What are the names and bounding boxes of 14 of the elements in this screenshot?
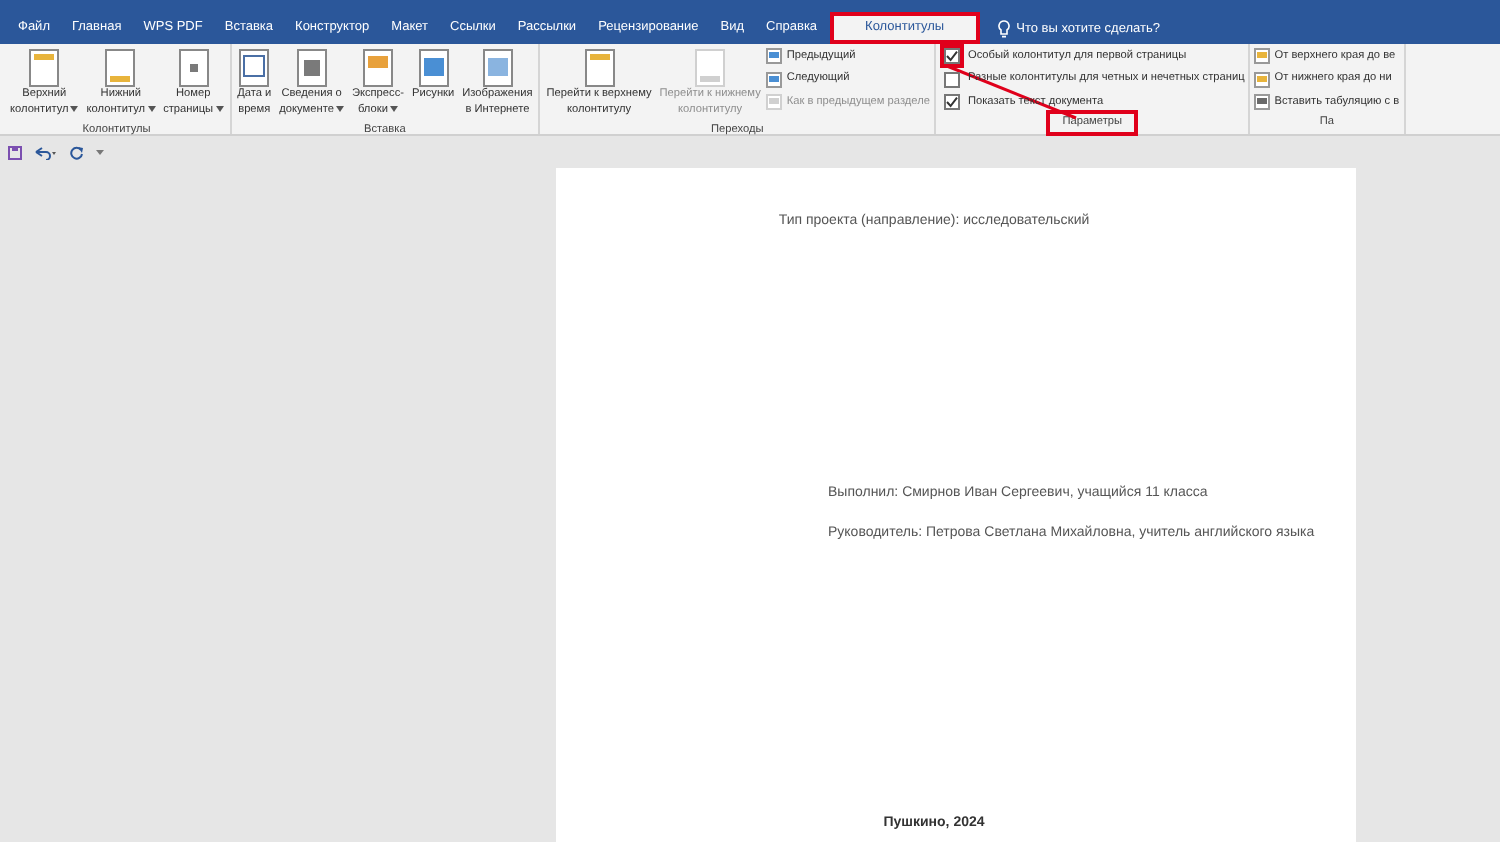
undo-icon[interactable] xyxy=(34,145,58,159)
lightbulb-icon xyxy=(998,20,1011,38)
redo-icon[interactable] xyxy=(70,145,84,159)
check-icon xyxy=(945,50,958,63)
checkbox[interactable] xyxy=(943,71,960,88)
checkbox[interactable] xyxy=(943,93,960,110)
caret-icon xyxy=(215,105,224,112)
caret-icon xyxy=(335,105,344,112)
caret-icon xyxy=(389,105,398,112)
save-icon[interactable] xyxy=(8,145,22,159)
check-icon xyxy=(945,95,958,108)
customize-icon[interactable] xyxy=(96,148,104,156)
caret-icon xyxy=(147,105,156,112)
caret-icon xyxy=(70,105,79,112)
